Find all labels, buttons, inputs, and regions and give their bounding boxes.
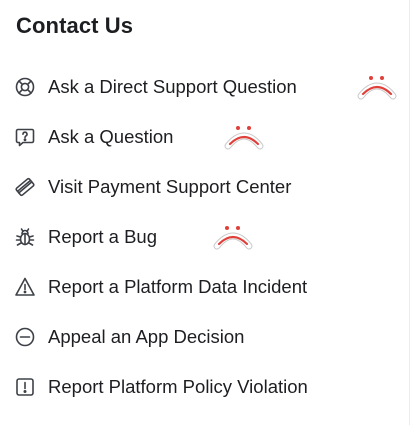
contact-menu: Ask a Direct Support Question Ask a Ques… [0, 62, 410, 412]
menu-item-appeal-decision[interactable]: Appeal an App Decision [0, 312, 410, 362]
menu-item-label: Report Platform Policy Violation [48, 376, 308, 397]
menu-item-label: Visit Payment Support Center [48, 176, 292, 197]
warning-triangle-icon [14, 276, 36, 298]
lifebuoy-icon [14, 76, 36, 98]
menu-item-ask-question[interactable]: Ask a Question [0, 112, 410, 162]
sad-face-sticker-icon [224, 122, 264, 152]
menu-item-data-incident[interactable]: Report a Platform Data Incident [0, 262, 410, 312]
bug-icon [14, 226, 36, 248]
menu-item-label: Report a Bug [48, 226, 158, 247]
menu-item-report-bug[interactable]: Report a Bug [0, 212, 410, 262]
menu-item-label: Ask a Question [48, 126, 174, 147]
menu-item-direct-support[interactable]: Ask a Direct Support Question [0, 62, 410, 112]
question-bubble-icon [14, 126, 36, 148]
credit-card-icon [14, 176, 36, 198]
menu-item-policy-violation[interactable]: Report Platform Policy Violation [0, 362, 410, 412]
sad-face-sticker-icon [213, 222, 253, 252]
menu-item-payment-support[interactable]: Visit Payment Support Center [0, 162, 410, 212]
page-title: Contact Us [16, 13, 134, 38]
exclamation-square-icon [14, 376, 36, 398]
sad-face-sticker-icon [357, 72, 397, 102]
menu-item-label: Report a Platform Data Incident [48, 276, 308, 297]
menu-item-label: Appeal an App Decision [48, 326, 245, 347]
minus-circle-icon [14, 326, 36, 348]
contact-us-panel: Contact Us Ask a Direct Support Question [0, 0, 410, 425]
menu-item-label: Ask a Direct Support Question [48, 76, 297, 97]
